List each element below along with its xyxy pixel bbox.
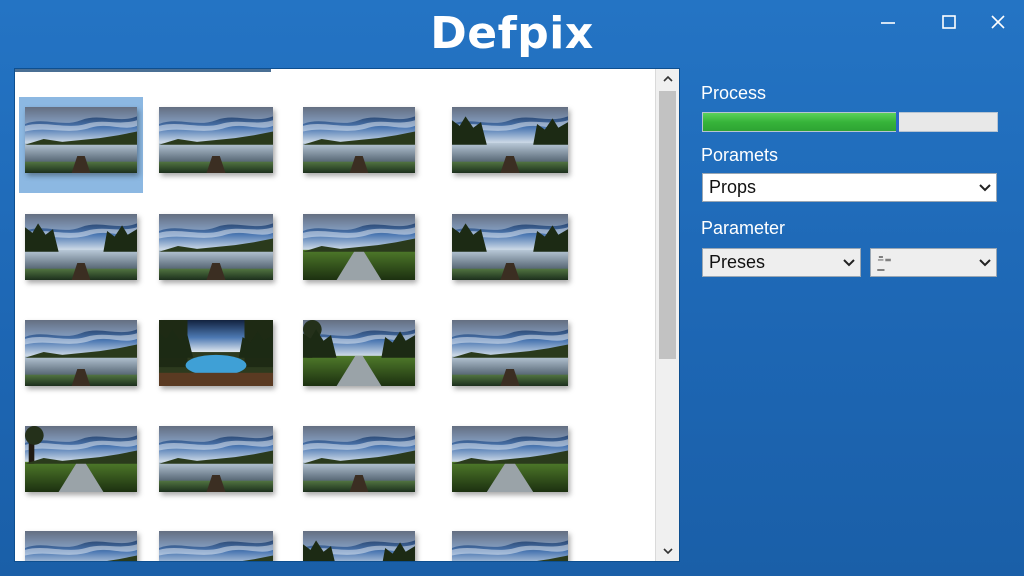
thumbnail-image[interactable] [452,426,568,492]
thumbnail-image[interactable] [159,320,273,386]
thumbnail-image[interactable] [452,320,568,386]
thumbnail-image[interactable] [25,214,137,280]
thumbnail-image[interactable] [25,531,137,561]
thumbnail-image[interactable] [303,531,415,561]
thumbnail-image[interactable] [303,426,415,492]
chevron-down-icon [838,249,860,276]
parameter-dropdown-1-value: Preses [709,252,766,272]
maximize-icon [942,15,956,29]
thumbnail-image[interactable] [452,531,568,561]
progress-fill [703,113,898,131]
title-bar: Defpix [0,0,1024,66]
params-dropdown[interactable]: Props [702,173,997,202]
thumbnail-image[interactable] [159,426,273,492]
app-window: Defpix Process Poramets Props Parameter … [0,0,1024,576]
parameter-label: Parameter [701,218,786,238]
process-label: Process [701,83,767,103]
thumbnail-image[interactable] [303,107,415,173]
thumbnail-grid [15,69,655,561]
parameter-dropdown-2[interactable]: ⁻̲̄⁼ [870,248,997,277]
minimize-button[interactable] [868,8,908,36]
params-dropdown-value: Props [709,177,757,197]
process-progress-bar [702,111,998,133]
scroll-down-button[interactable] [656,541,679,561]
vertical-scrollbar[interactable] [655,69,679,561]
chevron-down-icon [974,249,996,276]
thumbnail-image[interactable] [303,214,415,280]
chevron-down-icon [662,548,673,555]
scroll-up-button[interactable] [656,69,679,89]
thumbnail-gallery[interactable] [14,68,680,562]
thumbnail-image[interactable] [159,214,273,280]
scrollbar-thumb[interactable] [659,91,676,359]
maximize-button[interactable] [929,8,969,36]
parameter-dropdown-1[interactable]: Preses [702,248,861,277]
close-button[interactable] [978,8,1018,36]
thumbnail-image[interactable] [25,107,137,173]
chevron-down-icon [974,174,996,201]
thumbnail-image[interactable] [159,531,273,561]
minimize-icon [881,22,895,24]
thumbnail-image[interactable] [159,107,273,173]
thumbnail-image[interactable] [25,320,137,386]
thumbnail-image[interactable] [452,214,568,280]
progress-indicator [896,111,900,133]
params-label: Poramets [701,145,779,165]
chevron-up-icon [662,75,673,82]
close-icon [991,15,1005,29]
thumbnail-image[interactable] [25,426,137,492]
thumbnail-image[interactable] [452,107,568,173]
parameter-dropdown-2-value: ⁻̲̄⁼ [877,254,892,270]
thumbnail-image[interactable] [303,320,415,386]
